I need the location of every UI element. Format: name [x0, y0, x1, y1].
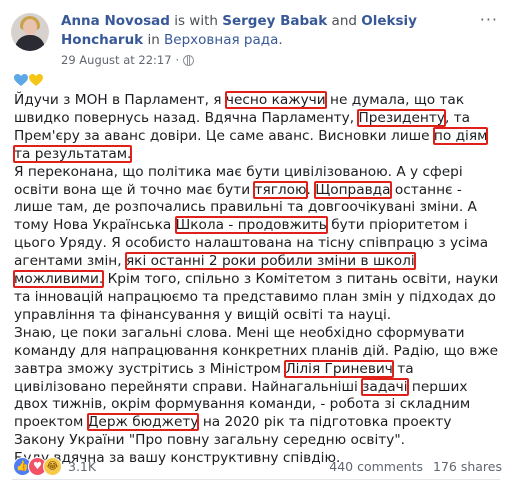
reactions-summary[interactable]: 👍 ♥ 😂 3.1K [13, 457, 96, 476]
more-options-icon[interactable]: ··· [480, 10, 498, 29]
highlight-shkola-prodovzhyt: Школа - продовжить [174, 216, 328, 235]
comments-count-link[interactable]: 440 comments [329, 459, 423, 474]
avatar[interactable] [11, 13, 49, 51]
highlight-prezydentu: Президенту [357, 108, 446, 127]
timestamp-link[interactable]: 29 August at 22:17 [61, 53, 172, 67]
yellow-heart-icon [29, 74, 43, 87]
reactions-count[interactable]: 3.1K [68, 459, 96, 474]
author-link[interactable]: Anna Novosad [61, 13, 170, 29]
highlight-tiahloiu: тяглою [253, 180, 308, 199]
highlight-shchopravda: Щоправда [314, 180, 392, 199]
post-stats: 440 comments 176 shares [329, 459, 502, 474]
haha-reaction-icon: 😂 [43, 457, 62, 476]
highlight-liliia-hrynevych: Лілія Гриневич [284, 359, 394, 378]
paragraph-3: Знаю, це поки загальні слова. Мені ще не… [14, 324, 499, 449]
highlight-chesno-kazhuchy: чесно кажучи [224, 91, 327, 109]
post-header: Anna Novosad is with Sergey Babak and Ol… [61, 12, 481, 50]
is-with-text: is with [169, 13, 223, 29]
in-text: in [143, 32, 165, 48]
highlight-zadachi: задачі [361, 377, 409, 396]
paragraph-2: Я переконана, що політика має бути цивіл… [13, 163, 499, 323]
period-text: . [278, 32, 283, 48]
post-body: Йдучи з МОН в Парламент, я чесно кажучи … [12, 91, 504, 468]
emoji-hearts [14, 74, 43, 87]
highlight-derzh-biudzhet: Держ бюджету [86, 413, 200, 432]
shares-count-link[interactable]: 176 shares [433, 459, 502, 474]
post-meta: 29 August at 22:17 · [61, 53, 195, 67]
paragraph-1: Йдучи з МОН в Парламент, я чесно кажучи … [12, 91, 489, 163]
facebook-post: Anna Novosad is with Sergey Babak and Ol… [0, 0, 512, 486]
globe-icon [183, 54, 195, 66]
divider [12, 479, 500, 480]
and-text: and [327, 13, 362, 29]
blue-heart-icon [14, 74, 28, 87]
tagged-person-link-1[interactable]: Sergey Babak [222, 13, 327, 29]
location-link[interactable]: Верховная рада [164, 32, 278, 48]
meta-separator: · [175, 53, 180, 67]
